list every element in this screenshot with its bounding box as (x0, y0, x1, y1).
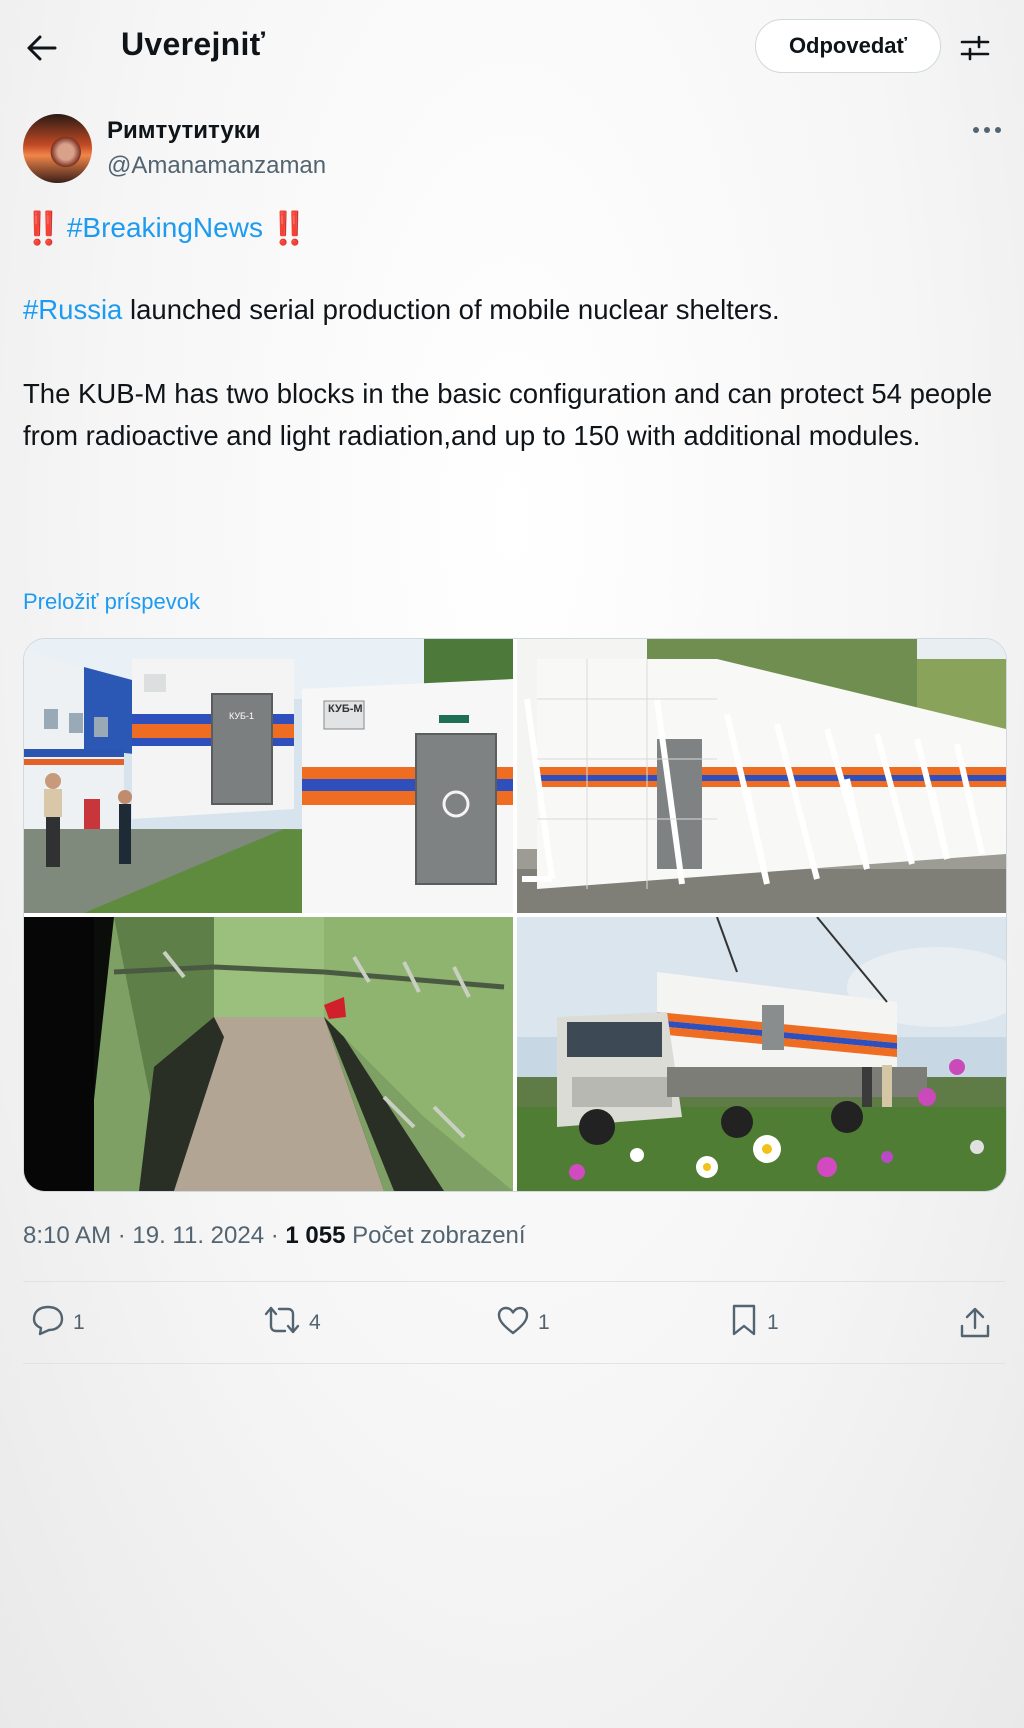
page-title: Uverejniť (121, 26, 266, 62)
author-handle[interactable]: @Amanamanzaman (107, 152, 326, 180)
avatar[interactable] (23, 114, 92, 183)
repost-count: 4 (309, 1311, 321, 1334)
post-date[interactable]: 19. 11. 2024 (132, 1222, 264, 1249)
post-line-2: #Russia launched serial production of mo… (23, 289, 1008, 331)
post-line-2-text: launched serial production of mobile nuc… (122, 294, 780, 325)
like-count: 1 (538, 1311, 550, 1334)
alert-emoji: ‼️ (23, 210, 63, 246)
more-icon[interactable] (970, 118, 1004, 142)
view-count: 1 055 (285, 1222, 346, 1249)
alert-emoji: ‼️ (268, 210, 309, 246)
photo-shelter-interior[interactable] (24, 917, 513, 1191)
divider (23, 1281, 1005, 1282)
hashtag-russia[interactable]: #Russia (23, 294, 122, 325)
back-arrow-icon[interactable] (22, 28, 62, 68)
meta-separator: · (111, 1222, 133, 1249)
post-time[interactable]: 8:10 AM (23, 1222, 111, 1249)
post-meta: 8:10 AM · 19. 11. 2024 · 1 055 Počet zob… (23, 1222, 526, 1250)
post-headline: ‼️ #BreakingNews ‼️ (23, 209, 309, 247)
bookmark-icon (729, 1303, 759, 1343)
meta-separator: · (264, 1222, 286, 1249)
post-paragraph: The KUB-M has two blocks in the basic co… (23, 378, 993, 451)
hashtag-breakingnews[interactable]: #BreakingNews (67, 212, 263, 244)
like-icon (496, 1304, 530, 1342)
reply-icon (31, 1304, 65, 1342)
repost-action[interactable]: 4 (263, 1297, 321, 1349)
photo-shelter-modules[interactable]: КУБ-М КУБ-1 (24, 639, 513, 913)
photo1-door-label: КУБ-1 (229, 711, 254, 721)
reply-count: 1 (73, 1311, 85, 1334)
bookmark-action[interactable]: 1 (729, 1297, 779, 1349)
author-name[interactable]: Римтутитуки (107, 117, 260, 145)
media-grid: КУБ-М КУБ-1 (23, 638, 1007, 1192)
action-bar: 1 4 1 1 (23, 1297, 1005, 1349)
translate-link[interactable]: Preložiť príspevok (23, 589, 200, 615)
photo-shelter-wall[interactable] (517, 639, 1006, 913)
like-action[interactable]: 1 (496, 1297, 550, 1349)
reply-button[interactable]: Odpovedať (755, 19, 941, 73)
view-count-label: Počet zobrazení (345, 1222, 526, 1249)
header: Uverejniť Odpovedať (0, 0, 1024, 95)
photo1-sign: КУБ-М (328, 703, 363, 715)
share-icon[interactable] (958, 1297, 992, 1349)
reply-action[interactable]: 1 (31, 1297, 85, 1349)
filter-icon[interactable] (955, 28, 995, 68)
bookmark-count: 1 (767, 1311, 779, 1334)
divider (23, 1363, 1005, 1364)
photo-shelter-truck[interactable] (517, 917, 1006, 1191)
repost-icon (263, 1304, 301, 1342)
